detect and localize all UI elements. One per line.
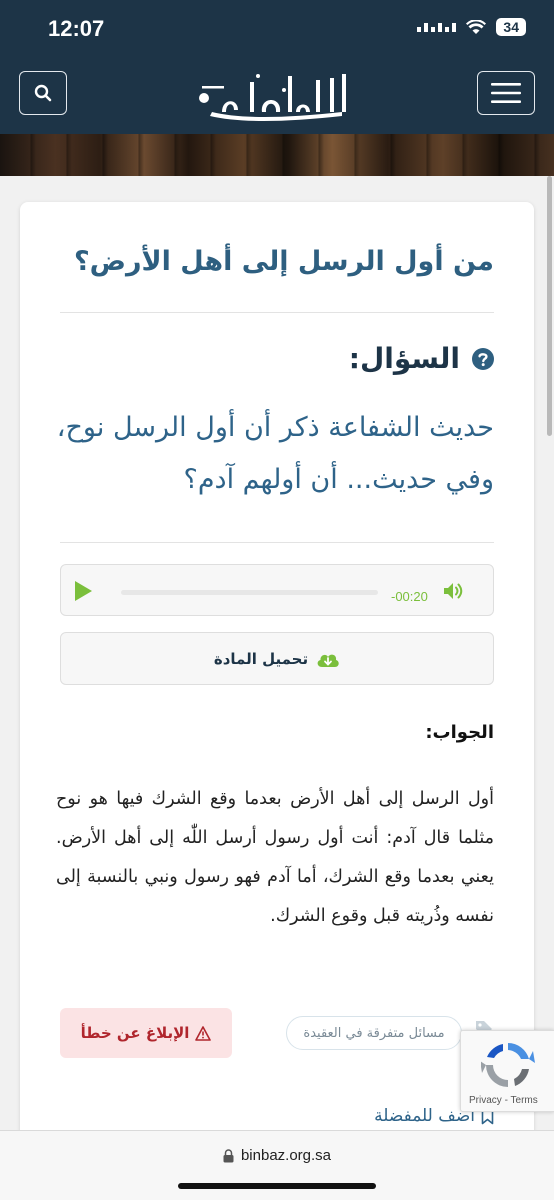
recaptcha-badge[interactable]: Privacy - Terms (460, 1030, 554, 1112)
header-banner-image (0, 134, 554, 176)
cellular-signal-icon (417, 22, 457, 32)
browser-address-bar: binbaz.org.sa (0, 1130, 554, 1200)
divider (60, 542, 494, 543)
wifi-icon (466, 19, 487, 34)
hamburger-menu-icon (491, 83, 521, 103)
answer-text: أول الرسل إلى أهل الأرض بعدما وقع الشرك … (56, 789, 494, 926)
answer-label: الجواب: (425, 722, 494, 743)
recaptcha-separator: - (501, 1095, 511, 1106)
recaptcha-logo-icon (481, 1043, 535, 1087)
url-field[interactable]: binbaz.org.sa (0, 1147, 554, 1164)
question-label: السؤال: (348, 342, 460, 375)
audio-player: -00:20 (60, 564, 494, 616)
home-indicator[interactable] (178, 1183, 376, 1189)
report-error-label: الإبلاغ عن خطأ (80, 1024, 190, 1042)
status-bar: 12:07 34 (0, 0, 554, 60)
battery-indicator: 34 (496, 18, 526, 36)
page-title: من أول الرسل إلى أهل الأرض؟ (74, 246, 494, 277)
recaptcha-privacy-link[interactable]: Privacy (469, 1095, 502, 1106)
report-error-button[interactable]: الإبلاغ عن خطأ (60, 1008, 232, 1058)
question-circle-icon (472, 347, 494, 370)
audio-progress-track[interactable] (121, 590, 378, 595)
download-button[interactable]: تحميل المادة (60, 632, 494, 685)
page-scrollbar[interactable] (547, 176, 552, 436)
warning-triangle-icon (195, 1025, 212, 1041)
play-icon[interactable] (75, 581, 92, 601)
url-text: binbaz.org.sa (240, 1147, 332, 1164)
site-header (0, 60, 554, 134)
category-tag[interactable]: مسائل متفرقة في العقيدة (286, 1016, 462, 1050)
menu-button[interactable] (477, 71, 535, 115)
search-icon (34, 84, 52, 102)
cloud-download-icon (317, 654, 339, 667)
site-logo[interactable] (192, 68, 362, 124)
recaptcha-links: Privacy - Terms (469, 1095, 538, 1106)
question-heading: السؤال: (349, 342, 494, 375)
status-icons: 34 (417, 18, 526, 36)
search-button[interactable] (19, 71, 67, 115)
audio-time-remaining: -00:20 (391, 589, 428, 604)
download-label: تحميل المادة (213, 649, 309, 668)
lock-icon (223, 1148, 234, 1162)
divider (60, 312, 494, 313)
status-time: 12:07 (48, 16, 105, 41)
fatwa-card: من أول الرسل إلى أهل الأرض؟ السؤال: حديث… (20, 202, 534, 1142)
recaptcha-terms-link[interactable]: Terms (511, 1095, 538, 1106)
question-text: حديث الشفاعة ذكر أن أول الرسل نوح، وفي ح… (56, 412, 494, 495)
volume-icon[interactable] (443, 581, 465, 601)
category-tag-label: مسائل متفرقة في العقيدة (303, 1025, 445, 1041)
